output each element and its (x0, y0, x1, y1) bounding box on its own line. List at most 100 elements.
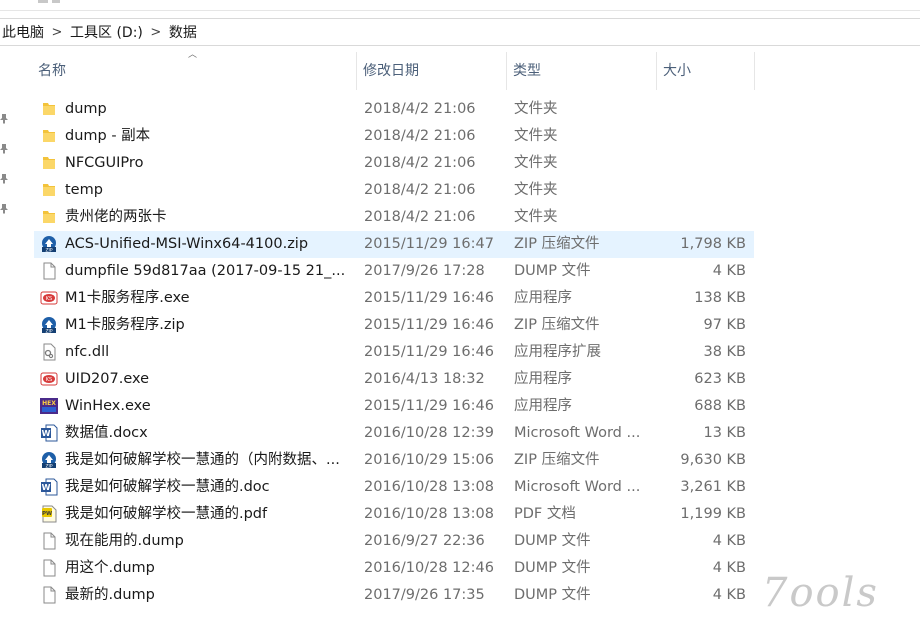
svg-text:HEX: HEX (42, 400, 56, 407)
file-list: dump 2018/4/2 21:06 文件夹 dump - 副本 2018/4/2 2… (34, 96, 754, 609)
svg-text:PW: PW (42, 511, 52, 517)
svg-text:W: W (42, 483, 51, 492)
zip-icon: ZIP (40, 316, 58, 334)
svg-text:W: W (42, 429, 51, 438)
file-date-modified: 2016/10/28 13:08 (364, 479, 494, 495)
file-date-modified: 2015/11/29 16:46 (364, 398, 494, 414)
file-size: 4 KB (712, 560, 746, 576)
file-type: 文件夹 (514, 182, 558, 198)
file-row[interactable]: dump - 副本 2018/4/2 21:06 文件夹 (34, 123, 754, 150)
file-type: DUMP 文件 (514, 587, 591, 603)
svg-text:ZIP: ZIP (45, 247, 52, 253)
folder-icon (40, 208, 58, 226)
word-icon: W (40, 478, 58, 496)
winhex-icon: HEX (40, 397, 58, 415)
file-row[interactable]: ZIP 我是如何破解学校一慧通的（内附数据、... 2016/10/29 15:06… (34, 447, 754, 474)
file-type: 文件夹 (514, 101, 558, 117)
file-row[interactable]: 现在能用的.dump 2016/9/27 22:36 DUMP 文件 4 KB (34, 528, 754, 555)
file-size: 97 KB (703, 317, 746, 333)
watermark-logo: 7ools (762, 566, 912, 618)
file-row[interactable]: PW 我是如何破解学校一慧通的.pdf 2016/10/28 13:08 PDF 文档… (34, 501, 754, 528)
address-bar[interactable]: 此电脑 > 工具区 (D:) > 数据 (0, 18, 920, 46)
file-size: 4 KB (712, 587, 746, 603)
file-size: 13 KB (703, 425, 746, 441)
file-name: M1卡服务程序.zip (65, 317, 185, 333)
file-row[interactable]: HEX WinHex.exe 2015/11/29 16:46 应用程序 688 KB (34, 393, 754, 420)
exe-red-icon: KS (40, 370, 58, 388)
file-type: 应用程序扩展 (514, 344, 601, 360)
file-row[interactable]: 用这个.dump 2016/10/28 12:46 DUMP 文件 4 KB (34, 555, 754, 582)
navigation-pane (0, 46, 16, 628)
file-size: 688 KB (694, 398, 746, 414)
file-type: ZIP 压缩文件 (514, 317, 600, 333)
file-size: 3,261 KB (680, 479, 746, 495)
file-row[interactable]: nfc.dll 2015/11/29 16:46 应用程序扩展 38 KB (34, 339, 754, 366)
file-row[interactable]: dumpfile 59d817aa (2017-09-15 21_... 2017… (34, 258, 754, 285)
file-size: 1,798 KB (680, 236, 746, 252)
file-name: 现在能用的.dump (65, 533, 184, 549)
file-size: 9,630 KB (680, 452, 746, 468)
file-row[interactable]: dump 2018/4/2 21:06 文件夹 (34, 96, 754, 123)
file-row[interactable]: 最新的.dump 2017/9/26 17:35 DUMP 文件 4 KB (34, 582, 754, 609)
file-name: 数据值.docx (65, 425, 148, 441)
file-date-modified: 2017/9/26 17:35 (364, 587, 485, 603)
file-type: 应用程序 (514, 398, 572, 414)
file-date-modified: 2016/9/27 22:36 (364, 533, 485, 549)
breadcrumb-chevron-icon[interactable]: > (46, 25, 68, 40)
file-name: 用这个.dump (65, 560, 155, 576)
word-icon: W (40, 424, 58, 442)
file-name: 贵州佬的两张卡 (65, 209, 167, 225)
file-type: 文件夹 (514, 209, 558, 225)
folder-icon (40, 100, 58, 118)
file-type: 文件夹 (514, 128, 558, 144)
file-type: PDF 文档 (514, 506, 576, 522)
file-row[interactable]: KS M1卡服务程序.exe 2015/11/29 16:46 应用程序 138 KB (34, 285, 754, 312)
file-date-modified: 2016/10/29 15:06 (364, 452, 494, 468)
window-top-strip (0, 0, 920, 11)
file-date-modified: 2015/11/29 16:46 (364, 344, 494, 360)
file-type: Microsoft Word ... (514, 425, 641, 441)
svg-text:ZIP: ZIP (45, 463, 52, 469)
column-header-row: ︿ 名称 修改日期 类型 大小 (16, 50, 756, 92)
file-row[interactable]: W 数据值.docx 2016/10/28 12:39 Microsoft Word … (34, 420, 754, 447)
watermark-text: 7ools (762, 570, 879, 616)
breadcrumb-drive-d[interactable]: 工具区 (D:) (68, 22, 145, 42)
zip-icon: ZIP (40, 235, 58, 253)
blank-file-icon (40, 559, 58, 577)
file-name: ACS-Unified-MSI-Winx64-4100.zip (65, 236, 309, 252)
file-row[interactable]: NFCGUIPro 2018/4/2 21:06 文件夹 (34, 150, 754, 177)
file-date-modified: 2018/4/2 21:06 (364, 128, 476, 144)
file-size: 138 KB (694, 290, 746, 306)
file-size: 38 KB (703, 344, 746, 360)
file-row[interactable]: ZIP M1卡服务程序.zip 2015/11/29 16:46 ZIP 压缩文件 97… (34, 312, 754, 339)
breadcrumb-data-folder[interactable]: 数据 (167, 22, 199, 42)
file-date-modified: 2015/11/29 16:47 (364, 236, 494, 252)
file-row[interactable]: 贵州佬的两张卡 2018/4/2 21:06 文件夹 (34, 204, 754, 231)
file-date-modified: 2018/4/2 21:06 (364, 155, 476, 171)
pin-icon[interactable] (0, 174, 8, 184)
svg-text:KS: KS (46, 296, 52, 302)
breadcrumb-this-pc[interactable]: 此电脑 (0, 22, 46, 42)
file-size: 4 KB (712, 263, 746, 279)
file-row[interactable]: ZIP ACS-Unified-MSI-Winx64-4100.zip 2015/1… (34, 231, 754, 258)
file-name: NFCGUIPro (65, 155, 144, 171)
file-date-modified: 2018/4/2 21:06 (364, 209, 476, 225)
pin-icon[interactable] (0, 204, 8, 214)
file-type: DUMP 文件 (514, 533, 591, 549)
toolbar-stub (38, 0, 48, 3)
pin-icon[interactable] (0, 114, 8, 124)
file-date-modified: 2016/10/28 13:08 (364, 506, 494, 522)
column-header-type[interactable]: 类型 (507, 52, 657, 90)
breadcrumb-chevron-icon[interactable]: > (145, 25, 167, 40)
file-type: 文件夹 (514, 155, 558, 171)
file-name: nfc.dll (65, 344, 110, 360)
file-row[interactable]: temp 2018/4/2 21:06 文件夹 (34, 177, 754, 204)
svg-text:ZIP: ZIP (45, 328, 52, 334)
file-type: Microsoft Word ... (514, 479, 641, 495)
file-row[interactable]: KS UID207.exe 2016/4/13 18:32 应用程序 623 KB (34, 366, 754, 393)
file-row[interactable]: W 我是如何破解学校一慧通的.doc 2016/10/28 13:08 Microso… (34, 474, 754, 501)
column-header-name[interactable]: 名称 (32, 52, 357, 90)
pin-icon[interactable] (0, 144, 8, 154)
column-header-size[interactable]: 大小 (657, 52, 755, 90)
column-header-date[interactable]: 修改日期 (357, 52, 507, 90)
